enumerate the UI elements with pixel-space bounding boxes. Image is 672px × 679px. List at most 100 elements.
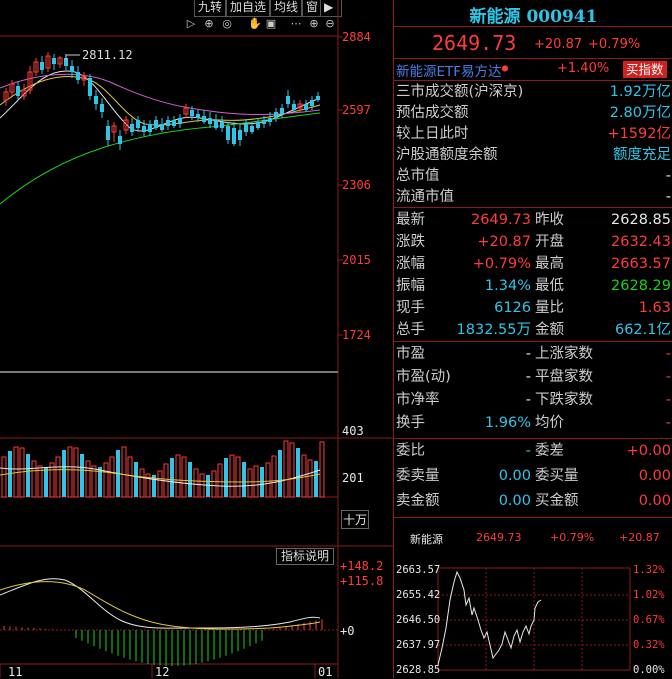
candle-body bbox=[136, 120, 140, 128]
mini-left-tick-3: 2637.97 bbox=[396, 639, 440, 651]
candle-body bbox=[304, 104, 308, 110]
mini-left-tick-0: 2663.57 bbox=[396, 564, 440, 576]
x-label-11: 11 bbox=[8, 665, 23, 679]
quote-row: 总手 1832.55万 金额 662.1亿 bbox=[396, 320, 671, 341]
candle-body bbox=[262, 120, 266, 124]
pe-value: - bbox=[525, 369, 531, 385]
quote-value: 2628.85 bbox=[611, 212, 671, 228]
order-value: +0.00 bbox=[626, 443, 671, 459]
market-row: 三市成交额(沪深京) 1.92万亿 bbox=[396, 82, 671, 103]
order-row: 委卖量 0.00 委买量 0.00 bbox=[396, 466, 671, 487]
macd-tick-2: +0 bbox=[340, 624, 355, 638]
market-label: 总市值 bbox=[396, 168, 440, 184]
quote-value: 1.63 bbox=[638, 300, 671, 316]
pe-label: 市盈(动) bbox=[396, 369, 451, 385]
candle-body bbox=[94, 96, 98, 104]
pe-row: 市净率 - 下跌家数 - bbox=[396, 390, 671, 411]
quote-value: 662.1亿 bbox=[614, 322, 671, 338]
volume-bar bbox=[62, 450, 66, 497]
candle-body bbox=[226, 126, 230, 140]
quote-label: 最高 bbox=[535, 256, 564, 272]
volume-bar bbox=[301, 454, 307, 498]
quote-value: 2649.73 bbox=[471, 212, 531, 228]
candle-body bbox=[178, 118, 182, 124]
volume-bar bbox=[85, 460, 91, 498]
volume-bar bbox=[121, 446, 127, 498]
candle-body bbox=[232, 128, 236, 144]
macd-dea-line bbox=[0, 581, 321, 630]
volume-bar bbox=[235, 456, 241, 498]
pe-label: 上涨家数 bbox=[535, 346, 593, 362]
mini-pct: +0.79% bbox=[550, 531, 595, 544]
chart-area[interactable]: 2811.12 bbox=[0, 0, 393, 678]
mini-intraday-chart[interactable]: 2663.57 2655.42 2646.50 2637.97 2628.85 … bbox=[394, 560, 672, 678]
quote-label: 金额 bbox=[535, 322, 564, 338]
market-value: - bbox=[665, 189, 671, 205]
volume-bar bbox=[314, 461, 318, 497]
volume-bar bbox=[199, 473, 205, 498]
etf-link[interactable]: 新能源ETF易方达● bbox=[396, 60, 509, 81]
volume-bar bbox=[319, 441, 325, 498]
macd-dif-line bbox=[0, 578, 321, 629]
order-row: 卖金额 0.00 买金额 0.00 bbox=[396, 491, 671, 512]
vol-tick-0: 403 bbox=[342, 424, 364, 438]
quote-label: 开盘 bbox=[535, 234, 564, 250]
index-change-pct: +0.79% bbox=[588, 37, 641, 52]
price-tick-0: 2884 bbox=[342, 30, 371, 44]
mini-left-tick-1: 2655.42 bbox=[396, 589, 440, 601]
candle-body bbox=[220, 122, 224, 128]
volume-bar bbox=[247, 468, 253, 498]
etf-name[interactable]: 新能源ETF易方达 bbox=[396, 64, 502, 80]
order-value: 0.00 bbox=[498, 493, 531, 509]
order-label: 委差 bbox=[535, 443, 564, 459]
candle-body bbox=[130, 124, 134, 132]
candle-body bbox=[118, 136, 122, 144]
mini-price-line bbox=[437, 570, 542, 666]
order-label: 委比 bbox=[396, 443, 425, 459]
candle-body bbox=[244, 124, 248, 132]
candle-body bbox=[52, 58, 56, 64]
quote-row: 现手 6126 量比 1.63 bbox=[396, 298, 671, 319]
buy-index-button[interactable]: 买指数 bbox=[623, 61, 667, 78]
pe-row: 换手 1.96% 均价 - bbox=[396, 413, 671, 434]
quote-label: 振幅 bbox=[396, 278, 425, 294]
quote-value: +0.79% bbox=[472, 256, 531, 272]
pe-value: - bbox=[525, 392, 531, 408]
volume-bar bbox=[296, 448, 300, 497]
volume-bar bbox=[44, 467, 48, 497]
market-row: 流通市值 - bbox=[396, 187, 671, 208]
volume-bar bbox=[31, 460, 37, 498]
vol-tick-1: 201 bbox=[342, 471, 364, 485]
mini-right-tick-0: 1.32% bbox=[633, 564, 665, 576]
indicator-help-button[interactable]: 指标说明 bbox=[276, 548, 335, 565]
market-row: 总市值 - bbox=[396, 166, 671, 187]
pe-value: - bbox=[525, 346, 531, 362]
candle-body bbox=[100, 104, 104, 112]
index-code: 000941 bbox=[526, 7, 598, 27]
candle-body bbox=[88, 78, 92, 96]
volume-bar bbox=[1, 456, 7, 498]
index-price: 2649.73 bbox=[432, 31, 517, 55]
market-value: +1592亿 bbox=[607, 126, 671, 142]
market-row: 预估成交额 2.80万亿 bbox=[396, 103, 671, 124]
candle-body bbox=[214, 120, 218, 128]
pe-row: 市盈 - 上涨家数 - bbox=[396, 344, 671, 365]
order-row: 委比 - 委差 +0.00 bbox=[396, 441, 671, 462]
x-label-01: 01 bbox=[318, 665, 333, 679]
quote-value: 6126 bbox=[494, 300, 531, 316]
high-marker-label: 2811.12 bbox=[82, 48, 133, 62]
volume-bar bbox=[229, 454, 235, 498]
quote-value: 2628.29 bbox=[611, 278, 671, 294]
pe-value: - bbox=[665, 369, 671, 385]
candle-body bbox=[70, 66, 74, 72]
quote-row: 振幅 1.34% 最低 2628.29 bbox=[396, 276, 671, 297]
candle-body bbox=[238, 130, 242, 140]
index-title: 新能源 000941 bbox=[394, 2, 672, 27]
mini-left-tick-4: 2628.85 bbox=[396, 664, 440, 676]
volume-bar bbox=[307, 459, 313, 498]
pe-label: 下跌家数 bbox=[535, 392, 593, 408]
candle-body bbox=[274, 112, 278, 118]
volume-bar bbox=[55, 456, 61, 498]
volume-bar bbox=[181, 456, 187, 498]
price-tick-3: 2015 bbox=[342, 253, 371, 267]
